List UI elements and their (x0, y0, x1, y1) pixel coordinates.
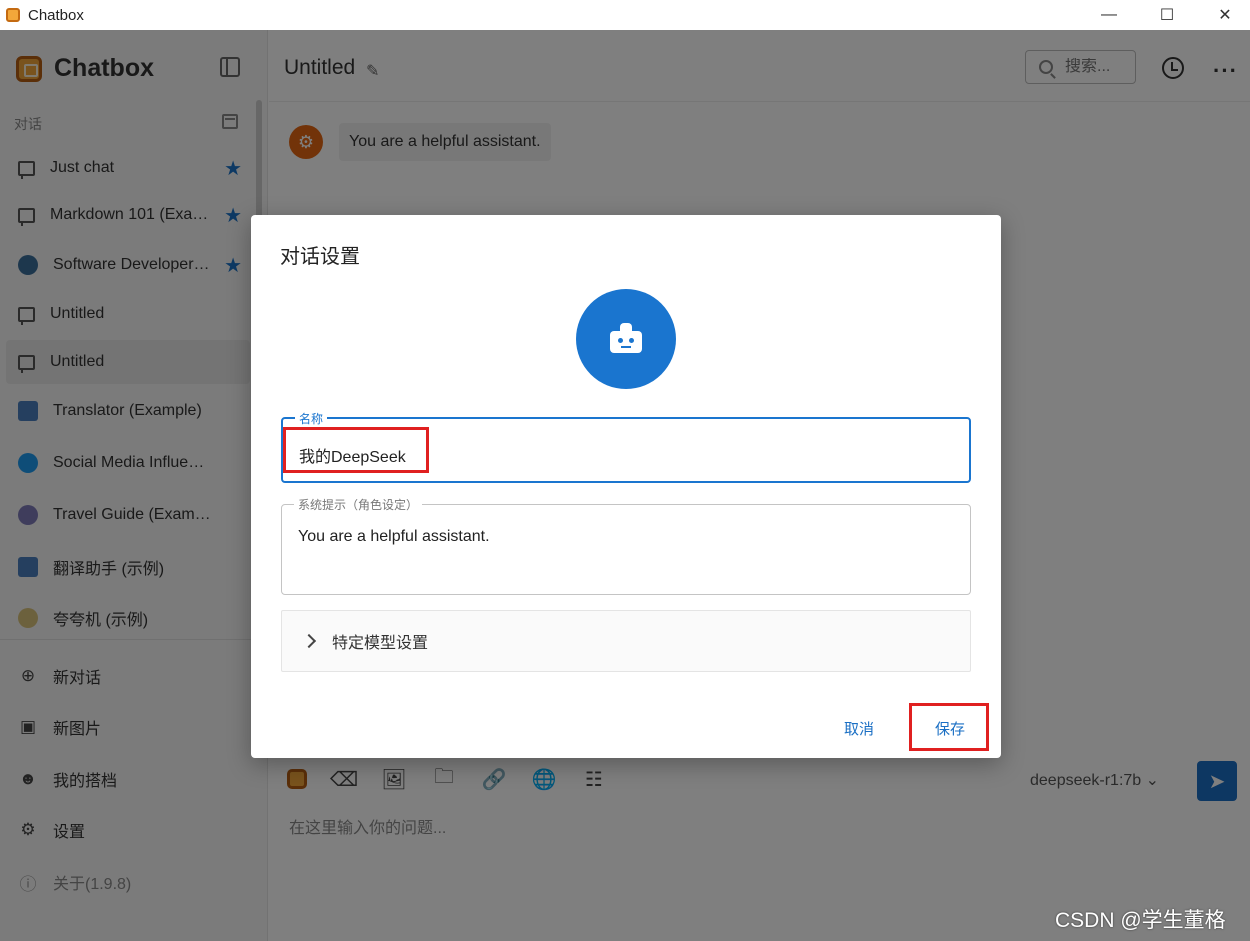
cancel-button[interactable]: 取消 (844, 718, 874, 739)
robot-mouth (621, 346, 631, 348)
name-field-label: 名称 (295, 410, 328, 427)
app-icon (6, 8, 20, 22)
maximize-button[interactable]: ☐ (1138, 0, 1196, 30)
system-prompt-input[interactable]: You are a helpful assistant. (298, 528, 490, 546)
save-highlight-box (909, 703, 989, 751)
model-settings-label: 特定模型设置 (332, 635, 429, 652)
window-title: Chatbox (28, 6, 84, 24)
robot-eye (618, 338, 623, 343)
chevron-right-icon (301, 633, 317, 649)
system-prompt-field[interactable]: 系统提示（角色设定） You are a helpful assistant. (281, 496, 971, 595)
minimize-button[interactable]: — (1080, 0, 1138, 30)
name-highlight-box (283, 427, 429, 473)
copilot-avatar[interactable] (576, 289, 676, 389)
conversation-settings-dialog: 对话设置 名称 我的DeepSeek 系统提示（角色设定） You are a … (251, 215, 1001, 758)
dialog-title: 对话设置 (280, 246, 360, 268)
close-button[interactable]: ✕ (1196, 0, 1250, 30)
model-settings-accordion[interactable]: 特定模型设置 (281, 610, 971, 672)
robot-icon (610, 323, 642, 353)
window-titlebar: Chatbox — ☐ ✕ (0, 0, 1250, 30)
watermark: CSDN @学生董格 (1055, 909, 1226, 932)
system-prompt-label: 系统提示（角色设定） (294, 496, 423, 513)
robot-eye (629, 338, 634, 343)
